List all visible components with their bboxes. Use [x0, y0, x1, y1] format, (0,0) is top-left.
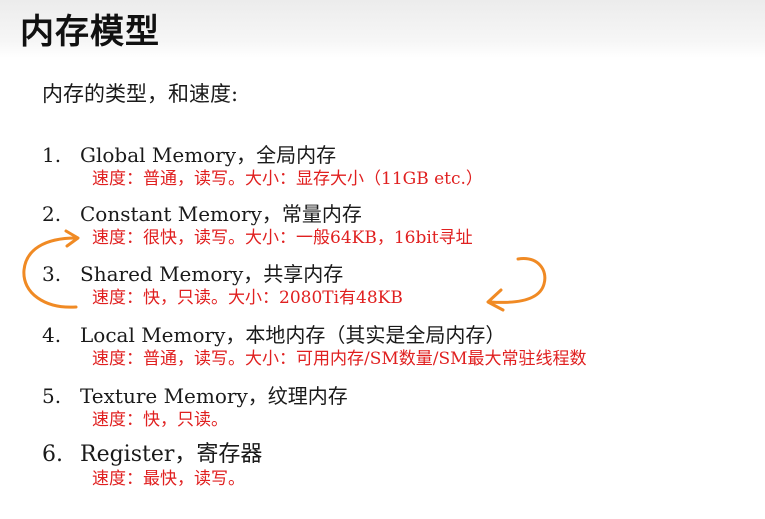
item-description: 速度：快，只读。大小：2080Ti有48KB — [92, 288, 403, 308]
list-item: 1. Global Memory，全局内存 速度：普通，读写。大小：显存大小（11… — [42, 142, 483, 190]
right-curved-arrow-icon — [488, 257, 547, 304]
item-description: 速度：很快，读写。大小：一般64KB，16bit寻址 — [92, 228, 473, 248]
item-number: 2. — [42, 202, 62, 226]
item-description: 速度：普通，读写。大小：可用内存/SM数量/SM最大常驻线程数 — [92, 349, 587, 369]
page-title: 内存模型 — [20, 12, 160, 52]
list-item: 5. Texture Memory，纹理内存 速度：快，只读。 — [42, 383, 348, 431]
item-name: Constant Memory，常量内存 — [80, 202, 362, 226]
item-number: 5. — [42, 384, 62, 408]
item-description: 速度：最快，读写。 — [92, 469, 245, 489]
item-number: 1. — [42, 143, 62, 167]
item-name: Global Memory，全局内存 — [80, 143, 337, 167]
item-name: Local Memory，本地内存（其实是全局内存） — [80, 323, 506, 347]
list-item: 6. Register，寄存器 速度：最快，读写。 — [42, 442, 262, 490]
list-item: 2. Constant Memory，常量内存 速度：很快，读写。大小：一般64K… — [42, 201, 473, 249]
item-name: Register，寄存器 — [80, 442, 263, 467]
item-number: 6. — [42, 442, 63, 467]
slide-subtitle: 内存的类型，和速度: — [42, 82, 239, 106]
item-number: 4. — [42, 323, 62, 347]
item-description: 速度：快，只读。 — [92, 410, 228, 430]
item-name: Texture Memory，纹理内存 — [80, 384, 348, 408]
item-number: 3. — [42, 262, 62, 286]
right-arrowhead-icon — [486, 288, 505, 312]
slide: 内存模型 内存的类型，和速度: 1. Global Memory，全局内存 速度：… — [0, 0, 765, 519]
list-item: 3. Shared Memory，共享内存 速度：快，只读。大小：2080Ti有4… — [42, 261, 403, 309]
list-item: 4. Local Memory，本地内存（其实是全局内存） 速度：普通，读写。大小… — [42, 322, 587, 370]
item-description: 速度：普通，读写。大小：显存大小（11GB etc.） — [92, 169, 483, 189]
item-name: Shared Memory，共享内存 — [80, 262, 344, 286]
